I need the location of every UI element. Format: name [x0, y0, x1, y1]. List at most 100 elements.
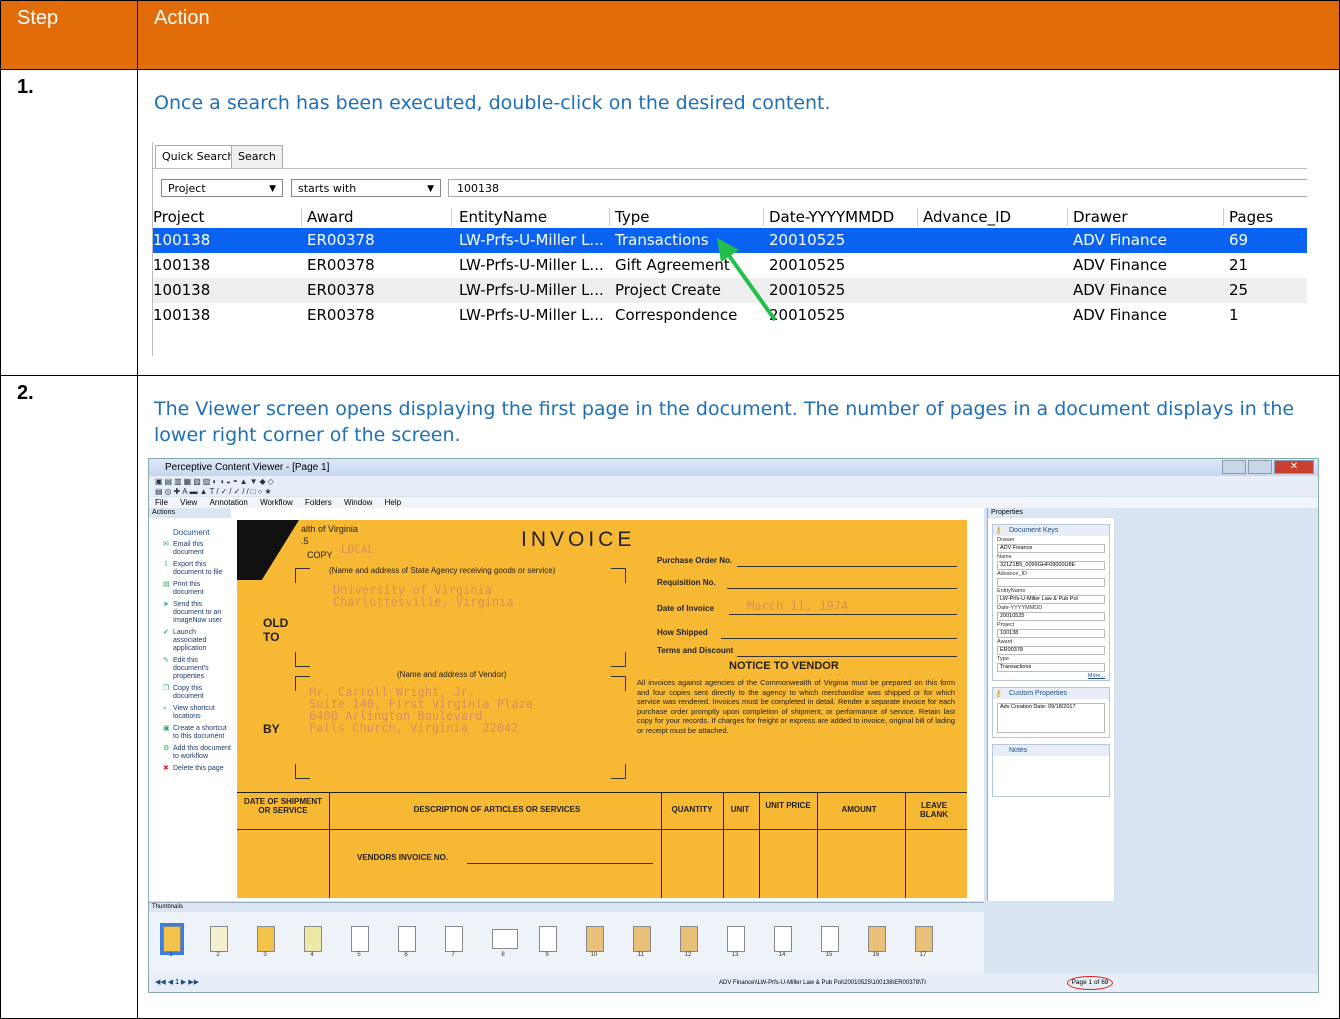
- toolbar-icons[interactable]: ▣▤▥▦▧▨◐◑◒◓▲▼◆◇: [155, 477, 276, 486]
- menu-folders[interactable]: Folders: [305, 498, 332, 507]
- viewer-screenshot: Perceptive Content Viewer - [Page 1] ✕ ▣…: [148, 458, 1319, 993]
- thumbnail[interactable]: [160, 923, 184, 955]
- thumbnail[interactable]: [586, 926, 604, 952]
- menu-view[interactable]: View: [180, 498, 197, 507]
- cell-award: ER00378: [307, 231, 375, 249]
- col-type[interactable]: Type: [615, 206, 649, 228]
- project-field[interactable]: 100138: [997, 629, 1105, 638]
- key-icon: ⚷: [995, 525, 1002, 535]
- col-leave-blank: LEAVE BLANK: [920, 801, 948, 819]
- notes-area[interactable]: [993, 756, 1109, 796]
- thumbnail[interactable]: [492, 929, 518, 949]
- page-nav-current[interactable]: 1: [175, 979, 179, 986]
- thumbnail[interactable]: [680, 926, 698, 952]
- col-pages[interactable]: Pages: [1229, 206, 1273, 228]
- column-divider: [763, 208, 764, 226]
- type-label: Type: [997, 656, 1009, 662]
- thumbnail[interactable]: [445, 926, 463, 952]
- custom-properties-header[interactable]: ⚷ Custom Properties: [993, 688, 1109, 699]
- column-divider: [917, 208, 918, 226]
- drawer-label: Drawer: [997, 537, 1015, 543]
- col-date[interactable]: Date-YYYYMMDD: [769, 206, 894, 228]
- thumbnail[interactable]: [398, 926, 416, 952]
- vendor-typed: Mr. Carroll Wright, Jr. Suite 140, First…: [309, 685, 533, 735]
- document-page-area[interactable]: alth of Virginia .5 INVOICE COPY LOCAL (…: [231, 508, 984, 901]
- notes-header[interactable]: Notes: [993, 745, 1109, 756]
- col-advance-id[interactable]: Advance_ID: [923, 206, 1011, 228]
- custom-properties-value: Adv Creation Date: 09/18/2017: [997, 703, 1105, 733]
- menu-annotation[interactable]: Annotation: [210, 498, 248, 507]
- type-field[interactable]: Transactions: [997, 663, 1105, 672]
- date-field[interactable]: 20010525: [997, 612, 1105, 621]
- action-delete[interactable]: ✖ Delete this page: [163, 765, 231, 773]
- how-shipped-label: How Shipped: [657, 628, 708, 637]
- thumbnail[interactable]: [868, 926, 886, 952]
- action-print[interactable]: ▤ Print this document: [163, 581, 231, 597]
- search-tabbar: Quick Search Search: [153, 142, 1307, 169]
- table-divider: [905, 793, 906, 898]
- menu-file[interactable]: File: [155, 498, 168, 507]
- page-nav-next-icon[interactable]: ▶ ▶▶: [181, 979, 199, 986]
- col-entityname[interactable]: EntityName: [459, 206, 547, 228]
- document-keys-header[interactable]: ⚷ Document Keys: [993, 525, 1109, 536]
- action-copy[interactable]: ❐ Copy this document: [163, 685, 231, 701]
- thumbnail[interactable]: [727, 926, 745, 952]
- menu-help[interactable]: Help: [385, 498, 401, 507]
- print-icon: ▤: [163, 581, 170, 588]
- col-award[interactable]: Award: [307, 206, 354, 228]
- action-label: Launch associated application: [173, 629, 207, 652]
- advance-field[interactable]: [997, 578, 1105, 587]
- menu-window[interactable]: Window: [344, 498, 372, 507]
- thumbnail[interactable]: [915, 926, 933, 952]
- drawer-field[interactable]: ADV Finance: [997, 544, 1105, 553]
- more-link[interactable]: More...: [997, 673, 1105, 679]
- thumbnail[interactable]: [774, 926, 792, 952]
- name-field[interactable]: 321Z1B5_0099GHF09000U8E: [997, 561, 1105, 570]
- minimize-icon[interactable]: [1222, 460, 1246, 474]
- thumbnail-number: 17: [919, 952, 927, 958]
- bracket: [295, 764, 310, 779]
- date-label: Date-YYYYMMDD: [997, 605, 1043, 611]
- invoice-copy: COPY: [307, 550, 333, 560]
- form-line: [727, 588, 957, 589]
- col-project[interactable]: Project: [153, 206, 204, 228]
- maximize-icon[interactable]: [1248, 460, 1272, 474]
- action-export[interactable]: ⇩ Export this document to file: [163, 561, 231, 577]
- annotation-icons[interactable]: ▤◎✚A▬▲T/✓/✓//□○★: [155, 487, 274, 496]
- thumbnail[interactable]: [633, 926, 651, 952]
- thumbnail[interactable]: [821, 926, 839, 952]
- operator-select[interactable]: starts with ▼: [291, 179, 441, 197]
- thumbnail[interactable]: [304, 926, 322, 952]
- thumbnail[interactable]: [539, 926, 557, 952]
- cell-project: 100138: [153, 306, 211, 324]
- action-workflow[interactable]: ⚙ Add this document to workflow: [163, 745, 231, 761]
- cell-type: Transactions: [615, 231, 709, 249]
- thumbnail-number: 12: [684, 952, 692, 958]
- thumbnail[interactable]: [257, 926, 275, 952]
- agency-label: (Name and address of State Agency receiv…: [329, 566, 556, 575]
- properties-panel-title: Properties: [988, 508, 1114, 518]
- award-field[interactable]: ER00378: [997, 646, 1105, 655]
- action-send[interactable]: ➤ Send this document to an ImageNow user: [163, 601, 231, 625]
- action-edit[interactable]: ✎ Edit this document's properties: [163, 657, 231, 681]
- tab-quick-search[interactable]: Quick Search: [155, 145, 242, 168]
- col-drawer[interactable]: Drawer: [1073, 206, 1128, 228]
- page-nav-first-icon[interactable]: ◀◀ ◀: [155, 979, 173, 986]
- thumbnail-number: 2: [216, 952, 220, 958]
- tab-search[interactable]: Search: [231, 145, 283, 168]
- close-icon[interactable]: ✕: [1274, 460, 1314, 474]
- action-create-shortcut[interactable]: ▣ Create a shortcut to this document: [163, 725, 231, 741]
- thumbnail[interactable]: [210, 926, 228, 952]
- thumbnail[interactable]: [351, 926, 369, 952]
- field-select[interactable]: Project ▼: [161, 179, 283, 197]
- email-icon: ✉: [163, 541, 169, 548]
- thumbnail-number: 6: [404, 952, 408, 958]
- action-launch[interactable]: ✔ Launch associated application: [163, 629, 231, 653]
- thumbnail-number: 4: [310, 952, 314, 958]
- action-email[interactable]: ✉ Email this document: [163, 541, 231, 557]
- action-shortcut-locations[interactable]: ⌕ View shortcut locations: [163, 705, 231, 721]
- invoice-by: BY: [263, 722, 280, 736]
- entity-field[interactable]: LW-Prfs-U-Miller Law & Pub Pol: [997, 595, 1105, 604]
- search-value-input[interactable]: 100138: [448, 179, 1307, 197]
- menu-workflow[interactable]: Workflow: [260, 498, 293, 507]
